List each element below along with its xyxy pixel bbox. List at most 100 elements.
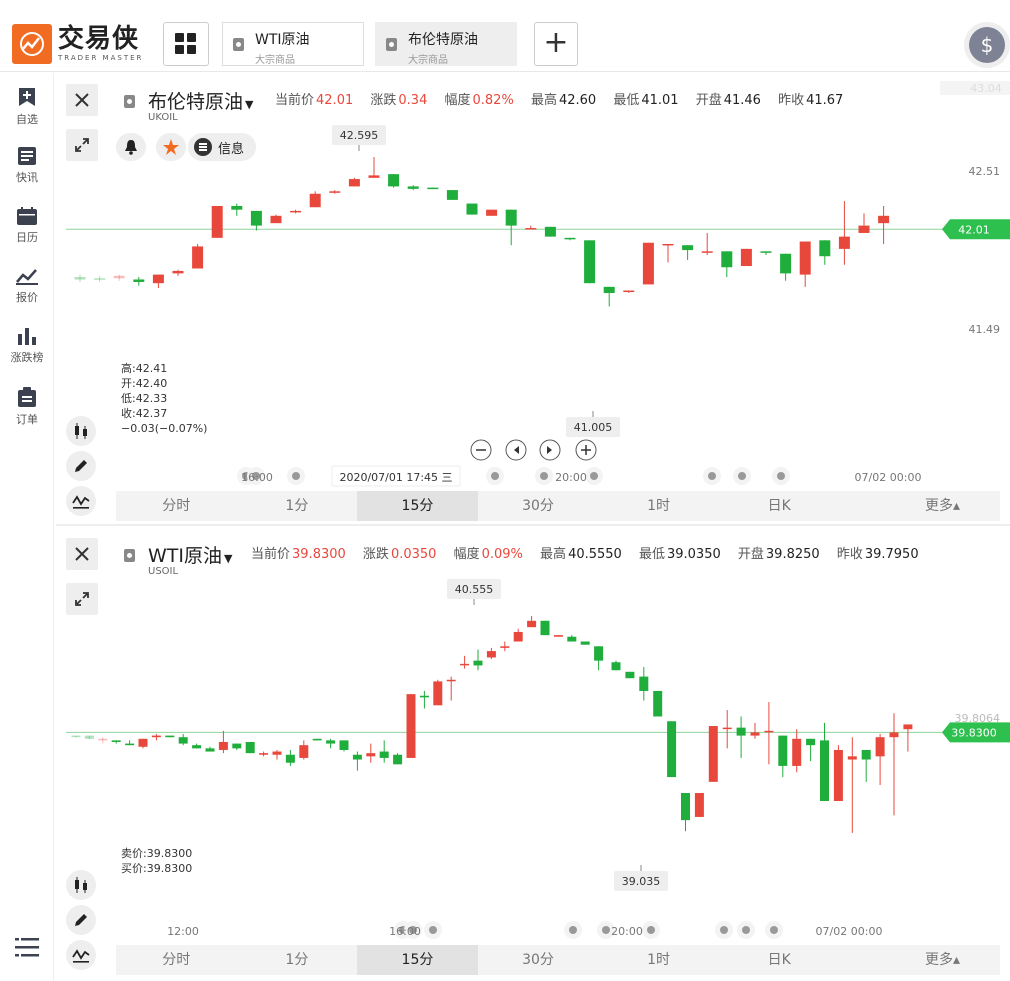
chart-panel-brent: 42.01 42.595 41.005 42.51 41.49 43.04 16:00 20:… [56,73,1010,526]
indicator-button[interactable] [66,486,96,516]
draw-tool-button[interactable] [66,905,96,935]
add-tab-button[interactable]: + [534,22,578,66]
timeframe-tab[interactable]: 日K [719,945,840,975]
candle-body [460,663,470,666]
top-bar: 交易侠 TRADER MASTER WTI原油 大宗商品 布伦特原油 大宗商品 … [0,0,1010,72]
last-price-tag: 39.8300 [942,722,1010,743]
ohlc-readout: 高:42.41 开:42.40 低:42.33 收:42.37 −0.03(−0… [121,361,207,436]
chart-panel-wti: 39.8300 40.555 39.035 39.8064 12:00 16:00 20:0… [56,528,1010,981]
candle-body [584,240,596,284]
candle-body [611,662,621,671]
timeframe-tab[interactable]: 日K [719,491,840,521]
candle-body [339,740,349,750]
symbol-name[interactable]: 布伦特原油 ▼ [148,87,253,114]
caret-down-icon: ▼ [224,552,233,565]
trough-label: 41.005 [574,421,613,434]
candle-body [231,206,243,210]
candle-body [764,730,774,733]
symbol-name[interactable]: WTI原油 ▼ [148,541,232,568]
account-button[interactable]: $ [964,22,1010,68]
info-button[interactable]: 信息 [188,133,257,161]
app-logo[interactable]: 交易侠 TRADER MASTER [12,24,143,64]
ohlc-high: 高:42.41 [121,362,168,375]
candle-body [192,246,204,269]
price-tag-value: 42.01 [958,223,990,236]
price-tag-value: 39.8300 [951,726,997,739]
candle-body [639,676,649,691]
x-axis-label: 20:00 [611,925,643,938]
timeframe-tab[interactable]: 30分 [478,945,599,975]
tab-wti[interactable]: WTI原油 大宗商品 [222,22,364,66]
dollar-icon: $ [969,27,1005,63]
candle-type-button[interactable] [66,870,96,900]
timeframe-tab[interactable]: 1时 [598,945,719,975]
timeframe-tab[interactable]: 更多▴ [839,945,1000,975]
sidebar-menu-button[interactable] [0,937,54,963]
open-price: 39.8250 [765,547,820,562]
symbol-code: UKOIL [148,112,178,123]
x-axis-label: 16:00 [389,925,421,938]
event-marker-dot [720,926,728,934]
close-panel-button[interactable] [66,84,98,116]
news-icon [18,147,36,165]
price-change-pct: 0.82% [472,93,514,108]
timeframe-tab[interactable]: 15分 [357,491,478,521]
sidebar-item-watchlist[interactable]: 自选 [0,87,54,127]
indicator-button[interactable] [66,940,96,970]
candle-body [847,756,857,760]
candle-body [681,793,690,821]
expand-panel-button[interactable] [66,129,98,161]
timeframe-tab[interactable]: 分时 [116,491,237,521]
timeframe-tab[interactable]: 15分 [357,945,478,975]
top-faint-tick: 43.04 [970,82,1002,95]
candle-body [178,737,188,744]
current-price: 42.01 [316,93,354,108]
sidebar-item-movers[interactable]: 涨跌榜 [0,327,54,365]
sidebar-item-news[interactable]: 快讯 [0,147,54,185]
timeframe-tab[interactable]: 1时 [598,491,719,521]
commodity-icon [386,38,397,51]
commodity-icon [124,95,135,108]
forward-button[interactable] [539,439,561,461]
layout-grid-button[interactable] [163,22,209,66]
sidebar-item-quotes[interactable]: 报价 [0,267,54,305]
candle-body [250,210,262,226]
x-axis-label: 16:00 [241,471,273,484]
timeframe-tab[interactable]: 分时 [116,945,237,975]
rewind-button[interactable] [505,439,527,461]
tab-brent[interactable]: 布伦特原油 大宗商品 [375,22,517,66]
close-panel-button[interactable] [66,538,98,570]
draw-tool-button[interactable] [66,451,96,481]
event-marker-dot [491,472,499,480]
expand-panel-button[interactable] [66,583,98,615]
candle-body [889,732,899,738]
candle-body [527,620,537,628]
timeframe-tab[interactable]: 更多▴ [839,491,1000,521]
trough-label: 39.035 [622,875,661,888]
candlestick-chart-wti[interactable]: 39.8300 40.555 39.035 39.8064 12:00 16:00 20:0… [56,528,1010,981]
zoom-out-button[interactable] [470,439,492,461]
candle-body [486,651,496,658]
symbol-code: USOIL [148,566,179,577]
candle-body [722,727,732,730]
timeframe-tab[interactable]: 30分 [478,491,599,521]
y-tick: 42.51 [969,165,1001,178]
candle-body [272,751,282,755]
favorite-button[interactable] [156,133,186,161]
candle-body [861,749,871,760]
bid-price: 买价:39.8300 [121,862,193,875]
candle-body [505,209,517,226]
candle-body [819,240,831,257]
sidebar-item-label: 日历 [16,231,38,244]
timeframe-tab[interactable]: 1分 [237,945,358,975]
sidebar-item-calendar[interactable]: 日历 [0,207,54,245]
candle-body [486,209,498,216]
event-marker-dot [647,926,655,934]
timeframe-tab[interactable]: 1分 [237,491,358,521]
y-tick-faint: 39.8064 [955,712,1001,725]
candle-type-button[interactable] [66,416,96,446]
alert-button[interactable] [116,133,146,161]
sidebar-item-orders[interactable]: 订单 [0,387,54,427]
candle-body [838,236,850,249]
zoom-in-button[interactable] [575,439,597,461]
